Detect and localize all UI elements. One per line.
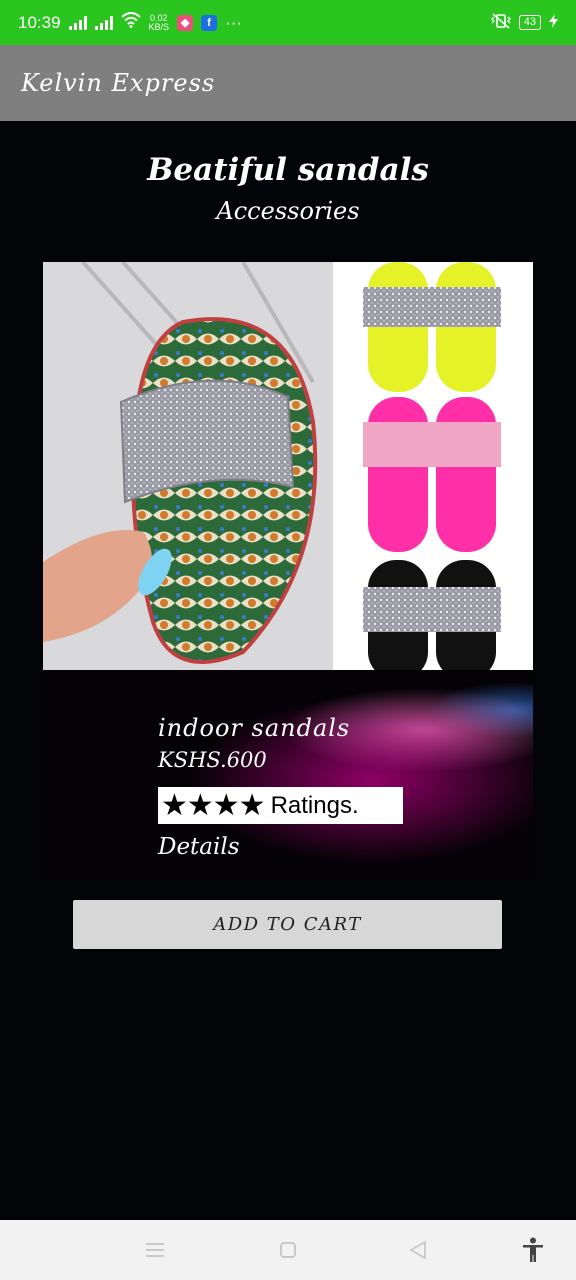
vibrate-icon <box>490 13 511 32</box>
star-rating-icon: ★★★★ <box>161 787 266 823</box>
menu-icon[interactable] <box>125 1220 185 1280</box>
product-price: KSHS.600 <box>158 748 267 772</box>
home-icon[interactable] <box>258 1220 318 1280</box>
add-to-cart-button[interactable]: ADD TO CART <box>73 900 502 949</box>
charging-icon <box>549 14 558 31</box>
app-title: Kelvin Express <box>21 69 216 97</box>
product-headline: Beatiful sandals <box>147 152 429 188</box>
more-icon: ··· <box>225 12 243 32</box>
signal-icon <box>68 15 87 30</box>
signal-icon <box>94 15 113 30</box>
rating-label: Ratings. <box>270 791 359 819</box>
product-image <box>43 262 533 670</box>
facebook-icon: f <box>201 14 218 31</box>
add-to-cart-label: ADD TO CART <box>213 914 362 935</box>
rating-box: ★★★★ Ratings. <box>158 787 403 824</box>
accessibility-icon[interactable] <box>503 1220 563 1280</box>
network-speed: 0.02 KB/S <box>148 12 170 32</box>
status-bar: 10:39 0.02 KB/S ◆ f ··· 43 <box>0 0 576 45</box>
wifi-icon <box>120 12 141 33</box>
app-notification-icon: ◆ <box>177 14 194 31</box>
battery-icon: 43 <box>518 15 541 30</box>
product-name: indoor sandals <box>158 714 351 742</box>
status-time: 10:39 <box>18 12 61 32</box>
back-icon[interactable] <box>388 1220 448 1280</box>
app-bar: Kelvin Express <box>0 45 576 121</box>
navigation-bar <box>0 1220 576 1280</box>
product-category: Accessories <box>216 197 360 225</box>
product-info-panel: indoor sandals KSHS.600 ★★★★ Ratings. De… <box>43 670 533 880</box>
details-link[interactable]: Details <box>158 834 240 860</box>
